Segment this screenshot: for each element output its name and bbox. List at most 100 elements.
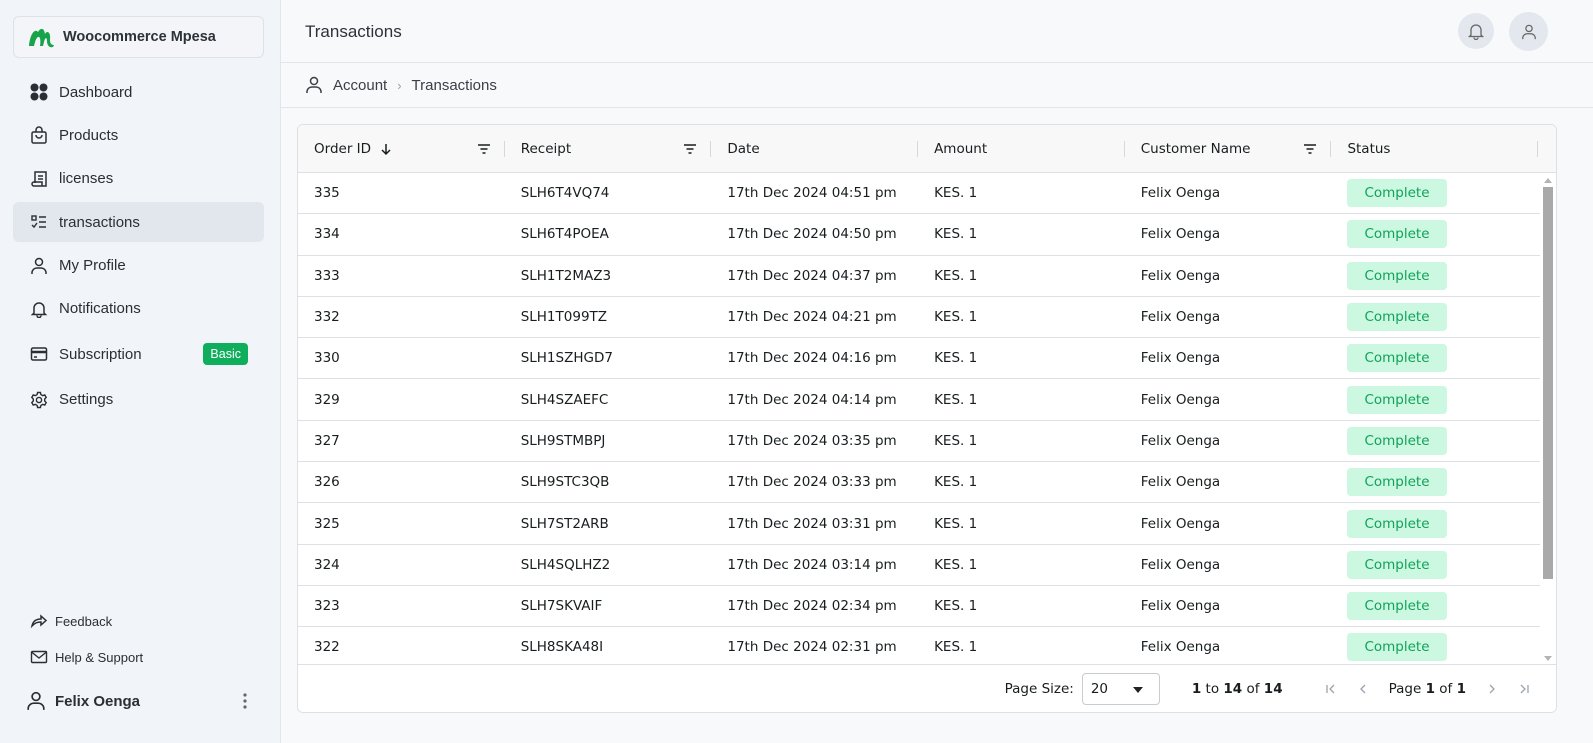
user-menu[interactable]: Felix Oenga <box>13 686 264 716</box>
column-header-amount[interactable]: Amount <box>918 125 1125 173</box>
receipt-cell: SLH1T2MAZ3 <box>520 267 612 284</box>
table-row[interactable]: 325 SLH7ST2ARB 17th Dec 2024 03:31 pm KES. … <box>298 503 1541 545</box>
table-row[interactable]: 324 SLH4SQLHZ2 17th Dec 2024 03:14 pm KES. … <box>298 544 1541 586</box>
user-name: Felix Oenga <box>55 692 141 710</box>
breadcrumb-account[interactable]: Account <box>333 77 387 94</box>
status-badge: Complete <box>1347 344 1447 373</box>
filter-icon[interactable] <box>683 143 697 155</box>
table-row[interactable]: 332 SLH1T099TZ 17th Dec 2024 04:21 pm KES. … <box>298 296 1541 339</box>
customer-name-cell: Felix Oenga <box>1140 267 1221 284</box>
last-page-button[interactable] <box>1514 679 1534 699</box>
sidebar-item-notifications[interactable]: Notifications <box>13 289 264 329</box>
caret-down-icon <box>1132 686 1143 693</box>
sidebar-item-label: transactions <box>59 213 140 231</box>
scroll-up-icon[interactable] <box>1544 178 1552 183</box>
column-header-receipt[interactable]: Receipt <box>505 125 712 173</box>
page-title: Transactions <box>305 22 402 41</box>
order-id-cell: 335 <box>314 185 340 202</box>
status-badge: Complete <box>1347 385 1447 414</box>
customer-name-cell: Felix Oenga <box>1140 556 1221 573</box>
order-id-cell: 334 <box>314 226 340 243</box>
amount-cell: KES. 1 <box>934 350 978 367</box>
scroll-down-icon[interactable] <box>1544 656 1552 661</box>
arrow-down-icon <box>379 142 393 156</box>
brand-logo-icon <box>29 28 54 48</box>
sidebar-item-dashboard[interactable]: Dashboard <box>13 72 264 112</box>
notifications-button[interactable] <box>1458 13 1494 49</box>
status-cell: Complete <box>1331 627 1538 666</box>
status-cell: Complete <box>1331 503 1538 543</box>
previous-page-button[interactable] <box>1353 679 1373 699</box>
page-word: Page <box>1388 680 1422 697</box>
page-size-select[interactable]: 20 <box>1081 672 1160 705</box>
receipt-cell: SLH4SQLHZ2 <box>520 556 611 573</box>
date-cell: 17th Dec 2024 04:16 pm <box>727 350 897 367</box>
scrollbar-thumb[interactable] <box>1543 187 1553 579</box>
table-row[interactable]: 334 SLH6T4POEA 17th Dec 2024 04:50 pm KES. … <box>298 214 1541 256</box>
column-header-customer-name[interactable]: Customer Name <box>1125 125 1332 173</box>
order-id-cell: 322 <box>314 639 340 656</box>
table-row[interactable]: 322 SLH8SKA48I 17th Dec 2024 02:31 pm KES. … <box>298 627 1541 666</box>
column-header-date[interactable]: Date <box>711 125 918 173</box>
table-row[interactable]: 335 SLH6T4VQ74 17th Dec 2024 04:51 pm KES. … <box>298 173 1541 215</box>
feedback-link[interactable]: Feedback <box>13 603 264 639</box>
brand-name: Woocommerce Mpesa <box>63 29 216 45</box>
amount-cell: KES. 1 <box>934 474 978 491</box>
share-icon <box>29 611 49 631</box>
amount-cell: KES. 1 <box>934 226 978 243</box>
column-header-status[interactable]: Status <box>1331 125 1538 173</box>
column-label: Status <box>1347 141 1391 157</box>
sidebar: Woocommerce Mpesa Dashboard Products lic… <box>0 0 281 743</box>
last-page-icon <box>1520 684 1529 693</box>
brand-switcher[interactable]: Woocommerce Mpesa <box>13 16 264 58</box>
sidebar-item-settings[interactable]: Settings <box>13 380 264 420</box>
sidebar-item-licenses[interactable]: licenses <box>13 159 264 199</box>
sidebar-item-label: My Profile <box>59 257 126 275</box>
table-row[interactable]: 323 SLH7SKVAIF 17th Dec 2024 02:34 pm KES. … <box>298 585 1541 628</box>
table-body: 335 SLH6T4VQ74 17th Dec 2024 04:51 pm KES. … <box>298 173 1541 666</box>
sidebar-item-label: Notifications <box>59 300 141 318</box>
sidebar-footer: Feedback Help & Support <box>13 603 264 675</box>
column-header-order-id[interactable]: Order ID <box>298 125 505 173</box>
amount-cell: KES. 1 <box>934 515 978 532</box>
table-row[interactable]: 327 SLH9STMBPJ 17th Dec 2024 03:35 pm KES. … <box>298 420 1541 463</box>
receipt-icon <box>29 169 49 189</box>
breadcrumb: Account › Transactions <box>281 63 1593 108</box>
sidebar-item-transactions[interactable]: transactions <box>13 202 264 243</box>
filter-icon[interactable] <box>1303 143 1317 155</box>
status-cell: Complete <box>1331 379 1538 419</box>
bell-icon <box>29 299 49 319</box>
date-cell: 17th Dec 2024 03:14 pm <box>727 556 897 573</box>
vertical-scrollbar[interactable] <box>1540 173 1556 666</box>
table-row[interactable]: 330 SLH1SZHGD7 17th Dec 2024 04:16 pm KES. … <box>298 338 1541 380</box>
range-to: 14 <box>1223 680 1243 697</box>
profile-button[interactable] <box>1509 12 1548 51</box>
first-page-button[interactable] <box>1321 679 1341 699</box>
sidebar-item-products[interactable]: Products <box>13 115 264 155</box>
sidebar-nav: Dashboard Products licenses transactions… <box>13 72 264 423</box>
status-cell: Complete <box>1331 256 1538 296</box>
dashboard-icon <box>29 82 49 102</box>
customer-name-cell: Felix Oenga <box>1140 226 1221 243</box>
status-badge: Complete <box>1347 303 1447 332</box>
column-label: Customer Name <box>1140 141 1251 157</box>
more-options-icon[interactable] <box>238 690 252 712</box>
shopping-bag-icon <box>29 125 49 145</box>
sidebar-item-my-profile[interactable]: My Profile <box>13 246 264 286</box>
column-label: Order ID <box>314 141 372 157</box>
customer-name-cell: Felix Oenga <box>1140 185 1221 202</box>
status-cell: Complete <box>1331 586 1538 626</box>
table-row[interactable]: 329 SLH4SZAEFC 17th Dec 2024 04:14 pm KES. … <box>298 379 1541 421</box>
table-row[interactable]: 326 SLH9STC3QB 17th Dec 2024 03:33 pm KES. … <box>298 462 1541 504</box>
table-row[interactable]: 333 SLH1T2MAZ3 17th Dec 2024 04:37 pm KES. … <box>298 255 1541 297</box>
chevron-right-icon: › <box>397 77 402 93</box>
status-badge: Complete <box>1347 426 1447 455</box>
next-page-button[interactable] <box>1482 679 1502 699</box>
amount-cell: KES. 1 <box>934 267 978 284</box>
sidebar-item-subscription[interactable]: Subscription Basic <box>13 332 264 376</box>
date-cell: 17th Dec 2024 04:37 pm <box>727 267 897 284</box>
help-support-link[interactable]: Help & Support <box>13 639 264 675</box>
amount-cell: KES. 1 <box>934 639 978 656</box>
filter-icon[interactable] <box>477 143 491 155</box>
status-badge: Complete <box>1347 592 1447 621</box>
